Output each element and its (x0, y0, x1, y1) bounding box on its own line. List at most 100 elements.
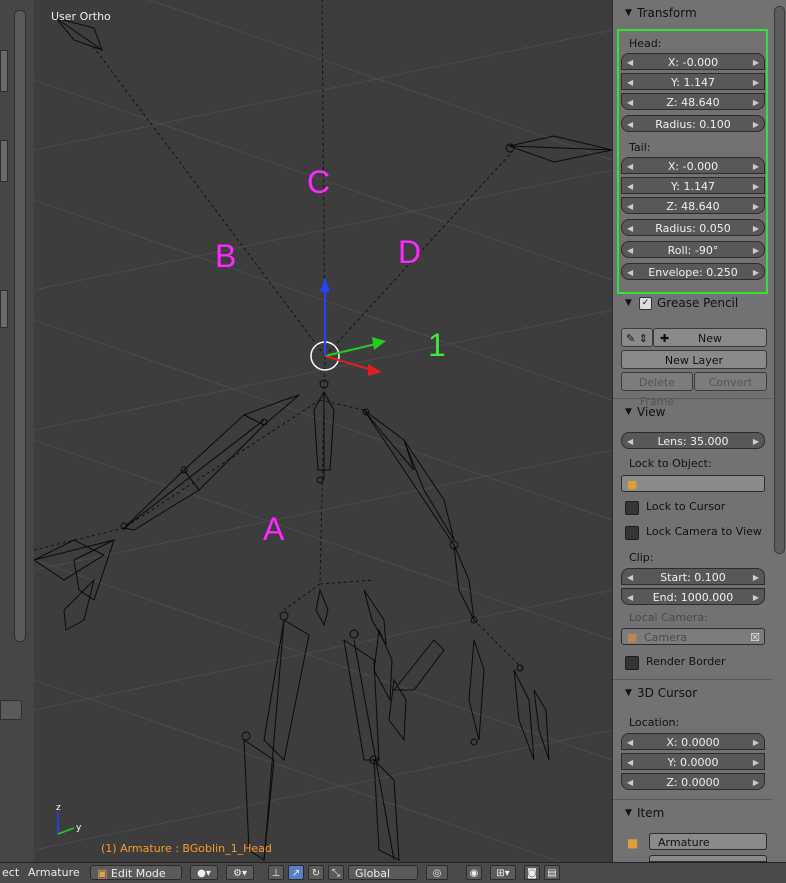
item-name-field[interactable]: Armature (649, 833, 767, 850)
head-z-field[interactable]: ◀ Z: 48.640 ▶ (621, 93, 765, 110)
manipulator-toggle-icon[interactable]: ⊥ (268, 865, 284, 880)
head-y-field[interactable]: ◀ Y: 1.147 ▶ (621, 73, 765, 90)
local-camera-label: Local Camera: (629, 611, 708, 624)
lock-camera-to-view-checkbox[interactable] (625, 526, 639, 540)
layers-icon[interactable]: ◎ (426, 865, 448, 880)
grease-pencil-new-button[interactable]: ✚ New (653, 328, 767, 347)
increment-arrow-icon[interactable]: ▶ (753, 178, 759, 195)
increment-arrow-icon[interactable]: ▶ (753, 198, 759, 215)
grease-pencil-header[interactable]: ▼ ✓ Grease Pencil (613, 292, 773, 314)
mini-z-label: z (56, 803, 61, 813)
view-header[interactable]: ▼ View (613, 401, 773, 423)
increment-arrow-icon[interactable]: ▶ (753, 94, 759, 111)
rotate-manipulator-icon[interactable]: ↻ (308, 865, 324, 880)
3d-viewport[interactable]: z y User Ortho (1) Armature : BGoblin_1_… (34, 0, 612, 862)
tail-y-field[interactable]: ◀ Y: 1.147 ▶ (621, 177, 765, 194)
clip-start-field[interactable]: ◀ Start: 0.100 ▶ (621, 568, 765, 585)
decrement-arrow-icon[interactable]: ◀ (627, 198, 633, 215)
toolshelf-tab[interactable] (0, 140, 8, 182)
properties-n-panel: ▼ Transform Head: ◀ X: -0.000 ▶ ◀ Y: 1.147 ▶… (612, 0, 786, 862)
decrement-arrow-icon[interactable]: ◀ (627, 220, 633, 237)
local-camera-field[interactable]: ■ Camera ☒ (621, 628, 765, 645)
viewport-shading-dropdown[interactable]: ●▾ (190, 865, 218, 880)
increment-arrow-icon[interactable]: ▶ (753, 54, 759, 71)
decrement-arrow-icon[interactable]: ◀ (627, 74, 633, 91)
armature-menu[interactable]: Armature (28, 865, 80, 880)
increment-arrow-icon[interactable]: ▶ (753, 116, 759, 133)
convert-button[interactable]: Convert (694, 372, 767, 391)
increment-arrow-icon[interactable]: ▶ (753, 433, 759, 450)
decrement-arrow-icon[interactable]: ◀ (627, 178, 633, 195)
tail-x-field[interactable]: ◀ X: -0.000 ▶ (621, 157, 765, 174)
grease-pencil-enable-checkbox[interactable]: ✓ (639, 297, 652, 310)
decrement-arrow-icon[interactable]: ◀ (627, 116, 633, 133)
increment-arrow-icon[interactable]: ▶ (753, 242, 759, 259)
mode-dropdown[interactable]: ▣ Edit Mode (90, 865, 182, 880)
active-object-status: (1) Armature : BGoblin_1_Head (101, 842, 272, 855)
lens-field[interactable]: ◀ Lens: 35.000 ▶ (621, 432, 765, 449)
item-second-field[interactable] (649, 855, 767, 862)
delete-frame-button[interactable]: Delete Frame (621, 372, 693, 408)
envelope-field[interactable]: ◀ Envelope: 0.250 ▶ (621, 263, 765, 280)
pivot-point-dropdown[interactable]: ⚙▾ (226, 865, 254, 880)
scale-manipulator-icon[interactable]: ⤡ (328, 865, 344, 880)
z-axis-arrow[interactable] (320, 278, 330, 292)
increment-arrow-icon[interactable]: ▶ (753, 264, 759, 281)
increment-arrow-icon[interactable]: ▶ (753, 754, 759, 771)
roll-field[interactable]: ◀ Roll: -90° ▶ (621, 241, 765, 258)
increment-arrow-icon[interactable]: ▶ (753, 589, 759, 606)
proportional-edit-icon[interactable]: ◉ (466, 865, 482, 880)
toolshelf-tab[interactable] (0, 290, 8, 328)
cursor-z-field[interactable]: ◀ Z: 0.0000 ▶ (621, 773, 765, 790)
lock-to-cursor-checkbox[interactable] (625, 501, 639, 515)
decrement-arrow-icon[interactable]: ◀ (627, 734, 633, 751)
decrement-arrow-icon[interactable]: ◀ (627, 242, 633, 259)
lock-to-object-field[interactable]: ■ (621, 475, 765, 492)
increment-arrow-icon[interactable]: ▶ (753, 220, 759, 237)
clapper-icon[interactable]: ▤ (544, 865, 560, 880)
decrement-arrow-icon[interactable]: ◀ (627, 754, 633, 771)
snap-icon[interactable]: ⊞▾ (490, 865, 516, 880)
tail-z-field[interactable]: ◀ Z: 48.640 ▶ (621, 197, 765, 214)
decrement-arrow-icon[interactable]: ◀ (627, 433, 633, 450)
menu-fragment[interactable]: ect (2, 865, 19, 880)
increment-arrow-icon[interactable]: ▶ (753, 569, 759, 586)
transform-orientation-dropdown[interactable]: Global (348, 865, 418, 880)
render-icon[interactable]: ◙ (524, 865, 540, 880)
panel-scrollbar[interactable] (774, 6, 785, 554)
tail-label: Tail: (629, 141, 651, 154)
cursor-x-field[interactable]: ◀ X: 0.0000 ▶ (621, 733, 765, 750)
transform-header[interactable]: ▼ Transform (613, 2, 773, 24)
toolshelf-tab[interactable] (0, 50, 8, 92)
pencil-icon[interactable]: ✎ ⇕ (621, 328, 653, 347)
toolshelf-dropdown[interactable] (0, 700, 22, 720)
decrement-arrow-icon[interactable]: ◀ (627, 569, 633, 586)
decrement-arrow-icon[interactable]: ◀ (627, 589, 633, 606)
decrement-arrow-icon[interactable]: ◀ (627, 158, 633, 175)
3d-cursor-header[interactable]: ▼ 3D Cursor (613, 682, 773, 704)
cursor-y-field[interactable]: ◀ Y: 0.0000 ▶ (621, 753, 765, 770)
head-x-field[interactable]: ◀ X: -0.000 ▶ (621, 53, 765, 70)
decrement-arrow-icon[interactable]: ◀ (627, 94, 633, 111)
tail-radius-field[interactable]: ◀ Radius: 0.050 ▶ (621, 219, 765, 236)
render-border-checkbox[interactable] (625, 656, 639, 670)
clip-end-field[interactable]: ◀ End: 1000.000 ▶ (621, 588, 765, 605)
new-layer-button[interactable]: New Layer (621, 350, 767, 369)
translate-manipulator-icon[interactable]: ↗ (288, 865, 304, 880)
toolshelf-scrollbar[interactable] (14, 10, 26, 642)
head-radius-field[interactable]: ◀ Radius: 0.100 ▶ (621, 115, 765, 132)
decrement-arrow-icon[interactable]: ◀ (627, 54, 633, 71)
increment-arrow-icon[interactable]: ▶ (753, 734, 759, 751)
y-axis-handle[interactable] (324, 343, 377, 357)
increment-arrow-icon[interactable]: ▶ (753, 158, 759, 175)
y-axis-arrow[interactable] (372, 337, 386, 350)
plus-icon: ✚ (660, 332, 670, 345)
item-header[interactable]: ▼ Item (613, 802, 773, 824)
increment-arrow-icon[interactable]: ▶ (753, 774, 759, 791)
increment-arrow-icon[interactable]: ▶ (753, 74, 759, 91)
x-axis-arrow[interactable] (368, 364, 382, 376)
decrement-arrow-icon[interactable]: ◀ (627, 264, 633, 281)
decrement-arrow-icon[interactable]: ◀ (627, 774, 633, 791)
clear-x-icon[interactable]: ☒ (750, 629, 760, 646)
mini-y-label: y (76, 823, 82, 833)
